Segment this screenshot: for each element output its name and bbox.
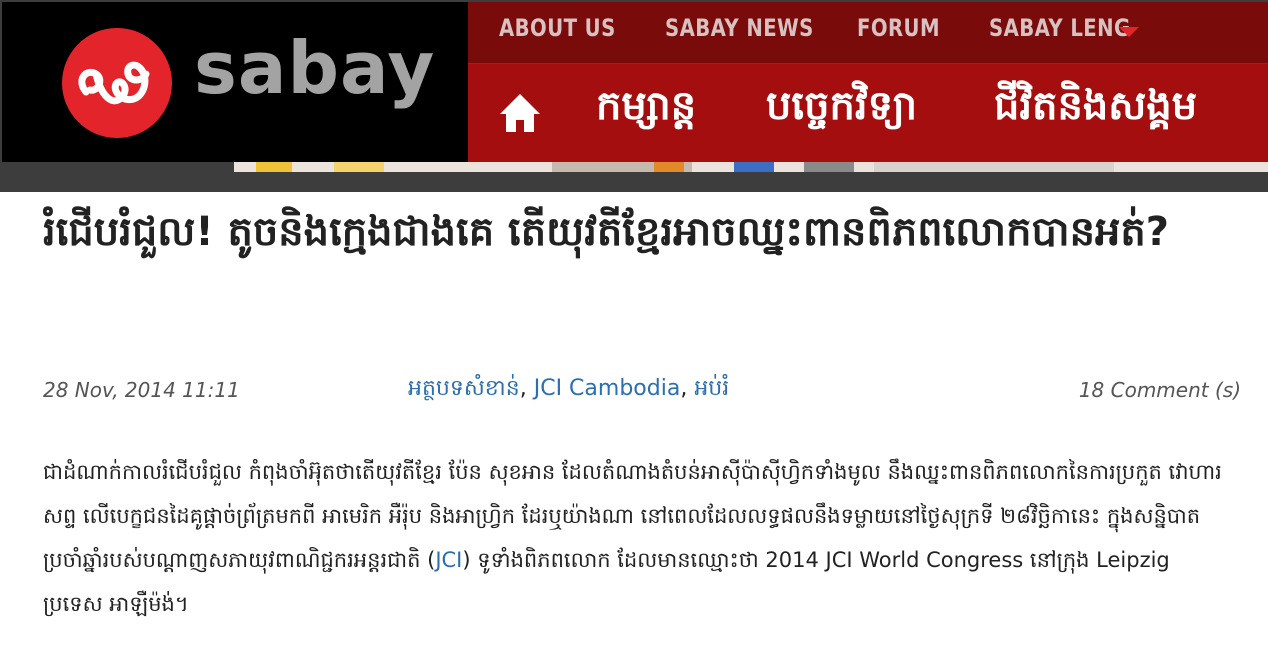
caret-down-icon[interactable] (1119, 27, 1139, 37)
topnav-forum[interactable]: FORUM (857, 14, 940, 42)
site-header: sabay ABOUT US SABAY NEWS FORUM SABAY LE… (0, 0, 1268, 192)
article-date: 28 Nov, 2014 11:11 (43, 378, 240, 402)
article-title: រំជើបរំជួល! តូចនិងក្មេងជាងគេ តើយុវតីខ្មែ… (43, 209, 1169, 255)
mainnav-entertainment[interactable]: កម្សាន្ត (596, 80, 696, 139)
category-link-important[interactable]: អត្ថបទសំខាន់ (408, 376, 520, 401)
logo-wordmark: sabay (194, 26, 436, 110)
article-body: ជាដំណាក់កាលរំជើបរំជួល កំពុងចាំអ៊ុតថាតើយុ… (43, 450, 1233, 626)
ad-banner[interactable] (234, 162, 1268, 172)
jci-link[interactable]: JCI (435, 548, 462, 572)
category-link-education[interactable]: អប់រំ (694, 376, 729, 401)
comment-count-link[interactable]: 18 Comment (s) (1079, 378, 1241, 402)
home-icon[interactable] (498, 92, 542, 134)
topnav-about-us[interactable]: ABOUT US (499, 14, 616, 42)
category-separator: , (680, 376, 695, 401)
mainnav-technology[interactable]: បច្ចេកវិទ្យា (766, 80, 917, 139)
topnav-sabay-leng[interactable]: SABAY LENG (989, 14, 1131, 42)
mainnav-life-society[interactable]: ជីវិតនិងសង្គម (994, 80, 1197, 139)
logo-area[interactable]: sabay (2, 2, 468, 162)
topnav-sabay-news[interactable]: SABAY NEWS (665, 14, 814, 42)
category-separator: , (519, 376, 534, 401)
sabay-khmer-letter-logo (62, 28, 172, 138)
category-link-jci-cambodia[interactable]: JCI Cambodia (534, 376, 681, 401)
article-categories: អត្ថបទសំខាន់, JCI Cambodia, អប់រំ (408, 374, 729, 406)
